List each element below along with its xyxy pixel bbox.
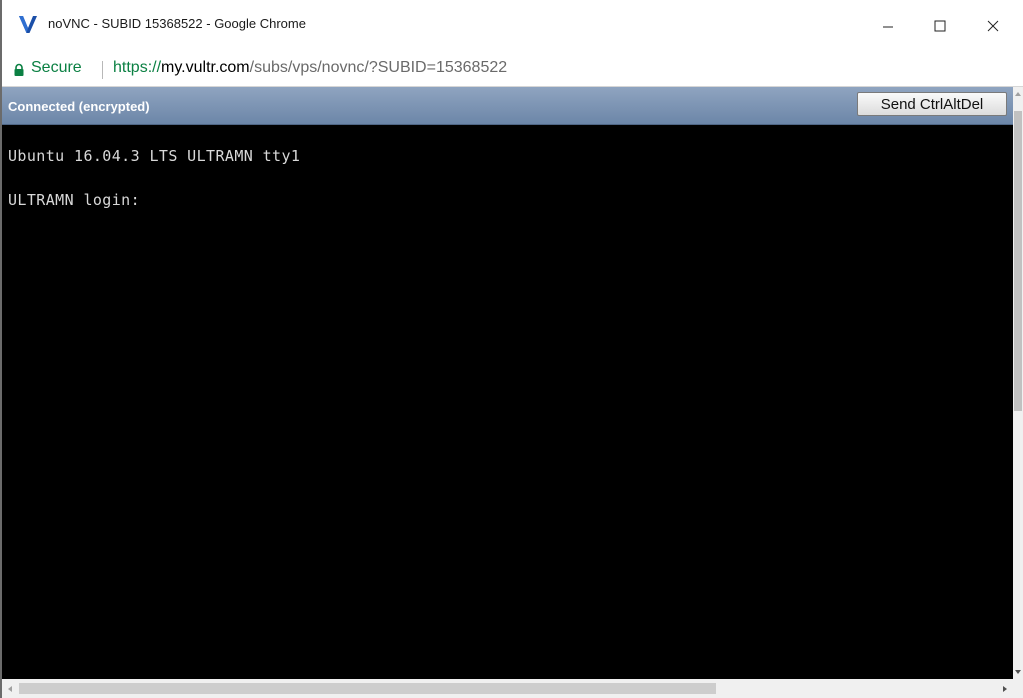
maximize-icon <box>934 19 946 37</box>
scroll-right-arrow-icon[interactable] <box>997 679 1013 698</box>
scroll-up-arrow-icon[interactable] <box>1013 87 1023 101</box>
connection-status: Connected (encrypted) <box>8 99 150 114</box>
close-icon <box>987 19 999 37</box>
minimize-icon <box>882 19 894 37</box>
url-text[interactable]: https://my.vultr.com/subs/vps/novnc/?SUB… <box>113 59 507 77</box>
vertical-scroll-thumb[interactable] <box>1014 111 1022 411</box>
scroll-down-arrow-icon[interactable] <box>1013 665 1023 679</box>
secure-label[interactable]: Secure <box>31 59 82 77</box>
url-path: /subs/vps/novnc/?SUBID=15368522 <box>249 59 508 76</box>
window-title: noVNC - SUBID 15368522 - Google Chrome <box>48 16 306 31</box>
horizontal-scrollbar[interactable] <box>2 679 1013 698</box>
url-host: my.vultr.com <box>161 59 250 76</box>
vnc-terminal-screen[interactable]: Ubuntu 16.04.3 LTS ULTRAMN tty1 ULTRAMN … <box>2 125 1013 679</box>
terminal-line-banner: Ubuntu 16.04.3 LTS ULTRAMN tty1 <box>8 147 301 165</box>
vultr-v-logo-icon <box>18 14 38 34</box>
novnc-status-bar: Connected (encrypted) Send CtrlAltDel <box>2 87 1013 125</box>
close-button[interactable] <box>970 0 1016 56</box>
title-bar[interactable]: noVNC - SUBID 15368522 - Google Chrome <box>2 0 1023 56</box>
terminal-line-login-prompt: ULTRAMN login: <box>8 191 141 209</box>
address-separator <box>102 61 103 79</box>
scrollbar-corner <box>1013 679 1023 698</box>
url-scheme: https:// <box>113 59 162 76</box>
address-bar[interactable]: Secure https://my.vultr.com/subs/vps/nov… <box>2 56 1023 87</box>
vertical-scrollbar[interactable] <box>1013 87 1023 679</box>
lock-icon[interactable] <box>12 63 26 77</box>
scroll-left-arrow-icon[interactable] <box>2 679 18 698</box>
minimize-button[interactable] <box>865 0 911 56</box>
send-ctrlaltdel-button[interactable]: Send CtrlAltDel <box>857 92 1007 116</box>
horizontal-scroll-thumb[interactable] <box>19 683 716 694</box>
browser-window: noVNC - SUBID 15368522 - Google Chrome S… <box>0 0 1023 698</box>
maximize-button[interactable] <box>917 0 963 56</box>
